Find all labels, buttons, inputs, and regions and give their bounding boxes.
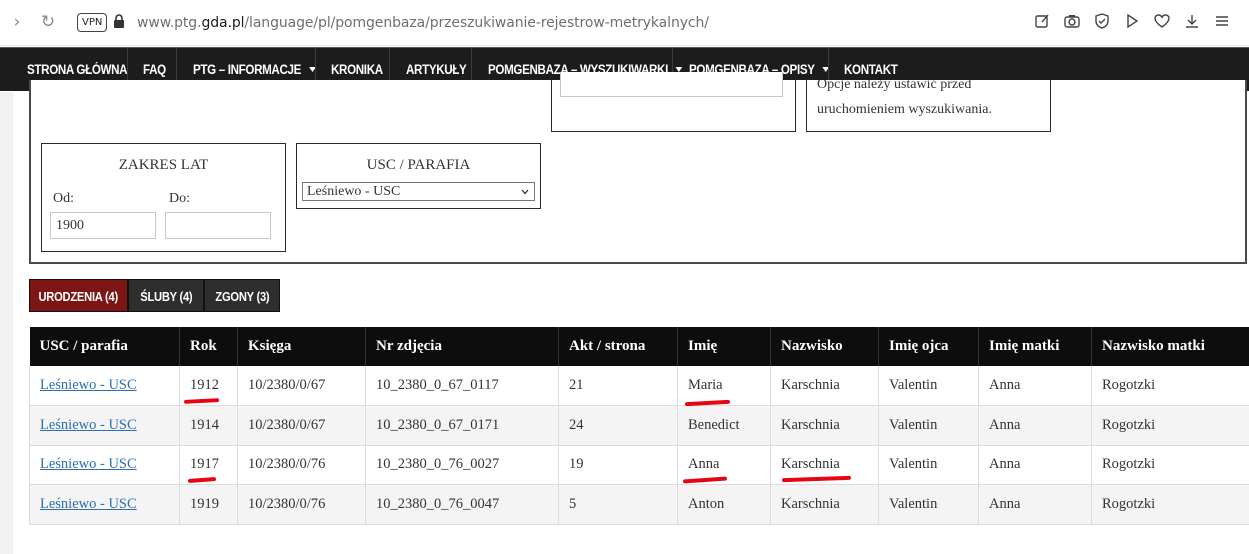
parish-box: USC / PARAFIA Leśniewo - USC [296,143,541,209]
play-icon[interactable] [1123,12,1141,30]
tab-deaths-label: ZGONY (3) [214,289,269,304]
options-note-line1: Opcje należy ustawić przed [817,80,972,92]
cell-mother-name: Anna [978,366,1092,406]
forward-icon[interactable]: › [6,11,28,33]
cell-mother-name: Anna [978,484,1092,525]
year-range-title: ZAKRES LAT [118,157,209,173]
cell-year: 1919 [179,484,238,525]
cell-mother-name: Anna [978,405,1092,446]
col-header-photo-no: Nr zdjęcia [365,327,559,366]
table-header-row: USC / parafia Rok Księga Nr zdjęcia Akt … [29,327,1249,366]
cell-act-page: 21 [558,366,678,406]
cell-book: 10/2380/0/67 [237,405,366,446]
cell-parish: Leśniewo - USC [29,445,180,485]
col-header-father-name: Imię ojca [878,327,979,366]
col-header-mother-surname: Nazwisko matki [1091,327,1249,366]
heart-icon[interactable] [1153,12,1171,30]
year-from-label: Od: [53,191,74,206]
cell-mother-surname: Rogotzki [1091,405,1249,446]
parish-link[interactable]: Leśniewo - USC [40,377,137,393]
lock-icon[interactable] [113,14,125,29]
tab-births-label: URODZENIA (4) [38,289,119,304]
cell-first-name: Benedict [677,405,771,446]
cell-act-page: 5 [558,484,678,525]
parish-link[interactable]: Leśniewo - USC [40,496,137,512]
vpn-badge[interactable]: VPN [77,13,108,32]
url-prefix: www.ptg. [137,15,202,31]
parish-link[interactable]: Leśniewo - USC [40,456,137,472]
cell-mother-surname: Rogotzki [1091,445,1249,485]
year-range-box: ZAKRES LAT Od: Do: 1900 [41,143,286,252]
results-table: USC / parafia Rok Księga Nr zdjęcia Akt … [29,327,1249,525]
menu-icon[interactable] [1213,12,1231,30]
nav-artykuly-label: ARTYKUŁY [406,62,467,77]
cell-parish: Leśniewo - USC [29,484,180,525]
search-field-input[interactable] [560,72,783,97]
cell-first-name: Anton [677,484,771,525]
cell-photo-no: 10_2380_0_67_0117 [365,366,559,406]
cell-mother-surname: Rogotzki [1091,484,1249,525]
tab-marriages[interactable]: ŚLUBY (4) [128,279,204,312]
cell-father-name: Valentin [878,366,979,406]
tab-deaths[interactable]: ZGONY (3) [204,279,280,312]
col-header-book: Księga [237,327,366,366]
cell-surname: Karschnia [770,366,879,406]
year-to-label: Do: [169,191,190,206]
nav-kronika-label: KRONIKA [331,62,383,77]
address-bar[interactable]: www.ptg.gda.pl/language/pl/pomgenbaza/pr… [137,15,709,31]
cell-surname: Karschnia [770,484,879,525]
edit-icon[interactable] [1033,12,1051,30]
cell-father-name: Valentin [878,445,979,485]
chevron-down-icon [521,189,529,195]
table-row: Leśniewo - USC 1914 10/2380/0/67 10_2380… [29,405,1249,446]
nav-ptg-info-label: PTG – INFORMACJE [193,62,302,77]
parish-link[interactable]: Leśniewo - USC [40,417,137,433]
search-field-box [551,72,796,132]
year-to-input[interactable] [165,212,271,239]
tab-marriages-label: ŚLUBY (4) [139,289,193,304]
year-from-input[interactable]: 1900 [50,212,156,239]
url-path: /language/pl/pomgenbaza/przeszukiwanie-r… [244,15,709,31]
tab-births[interactable]: URODZENIA (4) [29,279,128,312]
cell-mother-surname: Rogotzki [1091,366,1249,406]
table-row: Leśniewo - USC 1919 10/2380/0/76 10_2380… [29,484,1249,525]
cell-parish: Leśniewo - USC [29,366,180,406]
parish-select[interactable]: Leśniewo - USC [302,182,535,201]
cell-surname: Karschnia [770,405,879,446]
cell-father-name: Valentin [878,405,979,446]
page-gutter [0,92,13,554]
col-header-first-name: Imię [677,327,771,366]
cell-book: 10/2380/0/67 [237,366,366,406]
download-icon[interactable] [1183,12,1201,30]
reload-icon[interactable]: ↻ [37,11,59,33]
col-header-surname: Nazwisko [770,327,879,366]
cell-father-name: Valentin [878,484,979,525]
cell-book: 10/2380/0/76 [237,445,366,485]
col-header-mother-name: Imię matki [978,327,1092,366]
cell-photo-no: 10_2380_0_76_0047 [365,484,559,525]
cell-year: 1914 [179,405,238,446]
parish-select-value: Leśniewo - USC [307,184,401,199]
browser-toolbar: › ↻ VPN www.ptg.gda.pl/language/pl/pomge… [0,0,1249,46]
url-domain: gda.pl [201,15,245,31]
options-note-line2: uruchomieniem wyszukiwania. [817,102,992,117]
cell-book: 10/2380/0/76 [237,484,366,525]
parish-title: USC / PARAFIA [366,157,471,173]
nav-faq-label: FAQ [143,62,166,77]
nav-kontakt-label: KONTAKT [844,62,898,77]
options-note-box: Opcje należy ustawić przed uruchomieniem… [806,80,1051,132]
cell-act-page: 19 [558,445,678,485]
col-header-parish: USC / parafia [29,327,180,366]
cell-parish: Leśniewo - USC [29,405,180,446]
cell-photo-no: 10_2380_0_67_0171 [365,405,559,446]
nav-home-label: STRONA GŁÓWNA [27,62,128,77]
col-header-act-page: Akt / strona [558,327,678,366]
shield-icon[interactable] [1093,12,1111,30]
cell-act-page: 24 [558,405,678,446]
cell-photo-no: 10_2380_0_76_0027 [365,445,559,485]
camera-icon[interactable] [1063,12,1081,30]
cell-mother-name: Anna [978,445,1092,485]
col-header-year: Rok [179,327,238,366]
